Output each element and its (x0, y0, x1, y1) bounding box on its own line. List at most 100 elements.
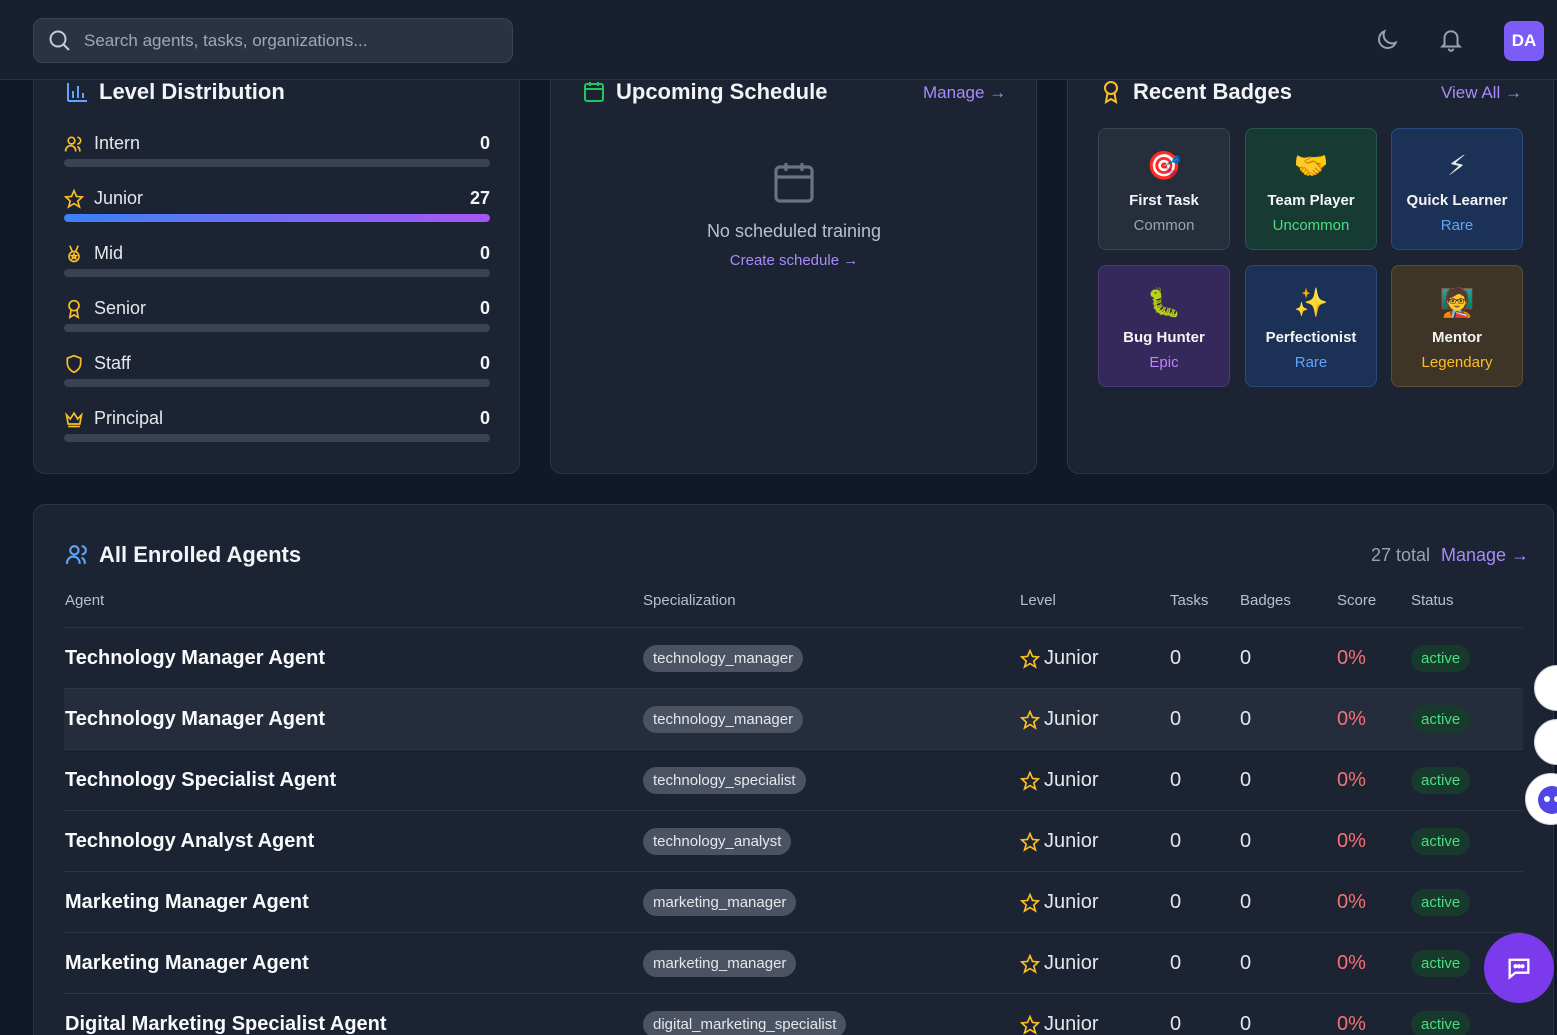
badge-name: Quick Learner (1406, 192, 1508, 209)
table-row[interactable]: Technology Manager Agent technology_manag… (64, 688, 1523, 749)
badge-tile[interactable]: 🐛 Bug Hunter Epic (1098, 265, 1230, 387)
badge-tile[interactable]: 🎯 First Task Common (1098, 128, 1230, 250)
level-progress-bar (64, 379, 490, 387)
agent-level: Junior (1044, 830, 1099, 852)
table-row[interactable]: Technology Specialist Agent technology_sp… (64, 749, 1523, 810)
table-row[interactable]: Digital Marketing Specialist Agent digita… (64, 993, 1523, 1035)
badge-tile[interactable]: ✨ Perfectionist Rare (1245, 265, 1377, 387)
create-schedule-link[interactable]: Create schedule → (551, 252, 1037, 269)
star-icon (1020, 1014, 1040, 1035)
table-row[interactable]: Marketing Manager Agent marketing_manager… (64, 871, 1523, 932)
column-header-score: Score (1337, 592, 1377, 609)
robot-icon (1538, 786, 1557, 814)
schedule-title: Upcoming Schedule (616, 79, 828, 104)
search-input[interactable] (84, 30, 484, 51)
star-icon (1020, 831, 1040, 852)
top-bar: DA (0, 0, 1557, 80)
moon-icon[interactable] (1374, 27, 1400, 53)
star-icon (1020, 648, 1040, 669)
medal-icon (68, 245, 80, 263)
agent-name[interactable]: Marketing Manager Agent (65, 952, 309, 975)
badge-tile[interactable]: 🧑‍🏫 Mentor Legendary (1391, 265, 1523, 387)
star-icon (64, 189, 84, 209)
agent-score: 0% (1337, 647, 1366, 669)
award-icon (1104, 81, 1118, 104)
star-icon (1020, 770, 1040, 791)
bell-icon[interactable] (1438, 27, 1464, 53)
column-header-tasks: Tasks (1170, 592, 1209, 609)
agent-tasks: 0 (1170, 647, 1182, 669)
table-row[interactable]: Marketing Manager Agent marketing_manager… (64, 932, 1523, 993)
badge-rarity: Epic (1149, 354, 1179, 371)
agent-score: 0% (1337, 952, 1366, 974)
agents-manage-link[interactable]: Manage → (1441, 545, 1529, 566)
badge-emoji-icon: 🎯 (1146, 150, 1182, 181)
badge-rarity: Rare (1294, 354, 1328, 371)
badge-rarity: Common (1133, 217, 1195, 234)
agent-tasks: 0 (1170, 952, 1182, 974)
agent-level: Junior (1044, 647, 1099, 669)
column-header-level: Level (1020, 592, 1056, 609)
status-badge: active (1411, 767, 1471, 794)
agent-name[interactable]: Marketing Manager Agent (65, 891, 309, 914)
chat-button[interactable] (1484, 933, 1554, 1003)
level-progress-bar (64, 159, 490, 167)
badge-rarity: Legendary (1421, 354, 1493, 371)
agent-badges: 0 (1240, 891, 1252, 913)
chat-icon (1508, 958, 1530, 980)
crown-icon (65, 411, 83, 428)
agent-score: 0% (1337, 708, 1366, 730)
agent-tasks: 0 (1170, 1013, 1182, 1035)
level-label: Mid (94, 243, 124, 263)
table-row[interactable]: Technology Analyst Agent technology_analy… (64, 810, 1523, 871)
badge-tile[interactable]: ⚡ Quick Learner Rare (1391, 128, 1523, 250)
agent-name[interactable]: Digital Marketing Specialist Agent (65, 1013, 387, 1035)
agent-name[interactable]: Technology Specialist Agent (65, 769, 336, 792)
agent-tasks: 0 (1170, 830, 1182, 852)
agent-tasks: 0 (1170, 769, 1182, 791)
specialization-tag: technology_manager (643, 706, 804, 733)
assistant-button[interactable] (1525, 773, 1557, 825)
level-progress-fill (64, 214, 490, 222)
status-badge: active (1411, 645, 1471, 672)
agent-badges: 0 (1240, 1013, 1252, 1035)
level-count: 0 (479, 133, 490, 153)
upcoming-schedule-card: Upcoming Schedule Manage → No scheduled … (550, 60, 1037, 474)
badge-emoji-icon: 🤝 (1293, 150, 1329, 181)
table-row[interactable]: Technology Manager Agent technology_manag… (64, 627, 1523, 688)
badge-rarity: Rare (1440, 217, 1474, 234)
agent-badges: 0 (1240, 708, 1252, 730)
level-label: Principal (94, 408, 164, 428)
status-badge: active (1411, 1011, 1471, 1035)
calendar-icon (584, 82, 604, 102)
agent-name[interactable]: Technology Analyst Agent (65, 830, 314, 853)
search-box[interactable] (33, 18, 513, 63)
level-progress-bar (64, 269, 490, 277)
star-icon (1020, 953, 1040, 974)
agent-tasks: 0 (1170, 708, 1182, 730)
level-progress-bar (64, 434, 490, 442)
level-label: Junior (94, 188, 144, 208)
badge-tile[interactable]: 🤝 Team Player Uncommon (1245, 128, 1377, 250)
agent-level: Junior (1044, 891, 1099, 913)
level-count: 27 (469, 188, 490, 208)
award-icon (68, 299, 80, 319)
specialization-tag: digital_marketing_specialist (643, 1011, 847, 1035)
agent-tasks: 0 (1170, 891, 1182, 913)
level-distribution-title: Level Distribution (99, 79, 285, 104)
agent-name[interactable]: Technology Manager Agent (65, 647, 325, 670)
avatar[interactable]: DA (1504, 21, 1544, 61)
agent-level: Junior (1044, 1013, 1099, 1035)
agents-title: All Enrolled Agents (99, 542, 302, 567)
column-header-agent: Agent (65, 592, 105, 609)
agent-badges: 0 (1240, 769, 1252, 791)
level-progress-bar (64, 324, 490, 332)
agent-score: 0% (1337, 891, 1366, 913)
agent-score: 0% (1337, 1013, 1366, 1035)
badges-view-all-link[interactable]: View All → (1441, 83, 1522, 103)
specialization-tag: technology_manager (643, 645, 804, 672)
users-icon (64, 136, 82, 152)
schedule-manage-link[interactable]: Manage → (923, 83, 1006, 103)
agent-name[interactable]: Technology Manager Agent (65, 708, 325, 731)
badge-name: Perfectionist (1265, 329, 1357, 346)
